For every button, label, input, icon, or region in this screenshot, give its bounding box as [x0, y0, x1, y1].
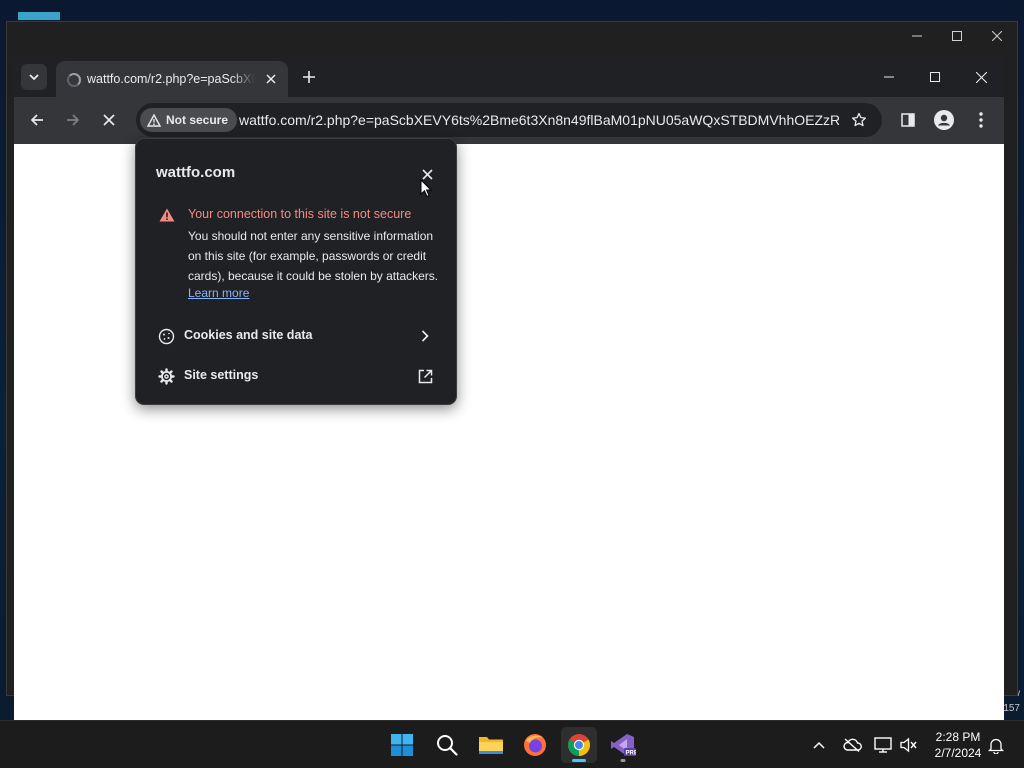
chrome-icon	[568, 734, 590, 756]
network-monitor-icon	[874, 737, 892, 753]
notifications-button[interactable]	[986, 735, 1006, 755]
window-controls	[866, 57, 1004, 97]
tab-title: wattfo.com/r2.php?e=paScbXEV	[87, 72, 255, 86]
plus-icon	[303, 71, 315, 83]
menu-button[interactable]	[968, 107, 994, 133]
start-button[interactable]	[384, 727, 420, 763]
close-icon	[992, 31, 1002, 41]
windows-logo-icon	[391, 734, 413, 756]
more-vert-icon	[979, 112, 983, 128]
popup-site-name: wattfo.com	[156, 164, 236, 181]
maximize-icon	[930, 72, 940, 82]
tab-search-button[interactable]	[21, 64, 47, 90]
address-bar[interactable]: Not secure wattfo.com/r2.php?e=paScbXEVY…	[136, 103, 882, 137]
warning-title: Your connection to this site is not secu…	[188, 207, 412, 221]
toolbar: Not secure wattfo.com/r2.php?e=paScbXEVY…	[14, 97, 1004, 144]
stop-loading-button[interactable]	[96, 107, 122, 133]
active-tab[interactable]: wattfo.com/r2.php?e=paScbXEV	[56, 61, 288, 97]
volume-muted-icon	[900, 737, 917, 753]
warning-icon	[147, 113, 161, 127]
tab-strip: wattfo.com/r2.php?e=paScbXEV	[14, 57, 1004, 97]
folder-icon	[479, 737, 503, 754]
back-button[interactable]	[24, 107, 50, 133]
clock-date: 2/7/2024	[934, 746, 982, 760]
maximize-button[interactable]	[912, 57, 958, 97]
volume-button[interactable]	[899, 735, 919, 755]
minimize-button[interactable]	[897, 22, 937, 50]
desktop-icon[interactable]	[18, 12, 60, 20]
security-chip[interactable]: Not secure	[140, 108, 238, 132]
security-label: Not secure	[166, 113, 229, 127]
open-external-icon	[416, 367, 434, 385]
search-button[interactable]	[429, 727, 465, 763]
forward-button[interactable]	[60, 107, 86, 133]
gear-icon	[157, 367, 175, 385]
minimize-button[interactable]	[866, 57, 912, 97]
chevron-right-icon	[416, 327, 434, 345]
firefox-button[interactable]	[517, 727, 553, 763]
close-icon	[266, 74, 276, 84]
cloud-off-icon	[843, 738, 862, 752]
site-settings-row[interactable]: Site settings	[136, 357, 456, 395]
tab-close-button[interactable]	[261, 69, 281, 89]
new-tab-button[interactable]	[296, 64, 322, 90]
background-window-caption	[897, 22, 1017, 50]
chevron-down-icon	[29, 74, 39, 81]
minimize-icon	[912, 35, 922, 37]
warning-icon	[159, 208, 175, 222]
profile-button[interactable]	[931, 107, 957, 133]
cookies-and-site-data-row[interactable]: Cookies and site data	[136, 317, 456, 355]
show-hidden-icons-button[interactable]	[809, 735, 829, 755]
bell-icon	[988, 738, 1004, 754]
chevron-up-icon	[813, 741, 825, 749]
star-icon	[851, 112, 867, 127]
cookies-row-label: Cookies and site data	[184, 328, 313, 342]
site-settings-row-label: Site settings	[184, 368, 259, 382]
close-icon	[975, 71, 987, 83]
file-explorer-button[interactable]	[473, 727, 509, 763]
close-button[interactable]	[958, 57, 1004, 97]
warning-body: You should not enter any sensitive infor…	[188, 229, 439, 283]
close-icon	[103, 114, 115, 126]
maximize-button[interactable]	[937, 22, 977, 50]
cookie-icon	[157, 327, 175, 345]
profile-icon	[934, 110, 954, 130]
chrome-taskbar-button[interactable]	[561, 727, 597, 763]
url-text[interactable]: wattfo.com/r2.php?e=paScbXEVY6ts%2Bme6t3…	[239, 112, 839, 128]
learn-more-link[interactable]: Learn more	[188, 286, 249, 300]
onedrive-button[interactable]	[842, 735, 862, 755]
visual-studio-icon: PRE	[611, 734, 637, 757]
arrow-right-icon	[67, 114, 80, 126]
running-indicator	[620, 759, 626, 762]
close-button[interactable]	[977, 22, 1017, 50]
arrow-left-icon	[30, 114, 43, 126]
maximize-icon	[952, 31, 962, 41]
bookmark-button[interactable]	[846, 107, 872, 133]
network-button[interactable]	[873, 735, 893, 755]
svg-text:PRE: PRE	[626, 751, 637, 757]
close-icon	[421, 168, 433, 180]
side-panel-icon	[901, 113, 915, 127]
visual-studio-button[interactable]: PRE	[605, 727, 641, 763]
site-info-popup: wattfo.com Your connection to this site …	[135, 138, 457, 405]
side-panel-button[interactable]	[895, 107, 921, 133]
mouse-cursor-icon	[420, 179, 432, 198]
system-clock[interactable]: 2:28 PM 2/7/2024	[926, 729, 990, 761]
clock-time: 2:28 PM	[935, 730, 981, 744]
taskbar: PRE 2:28 PM 2/7/2024	[0, 720, 1024, 768]
minimize-icon	[884, 76, 894, 78]
loading-spinner-icon	[67, 73, 81, 87]
firefox-icon	[524, 734, 546, 756]
active-indicator	[572, 759, 586, 762]
search-icon	[437, 735, 458, 756]
